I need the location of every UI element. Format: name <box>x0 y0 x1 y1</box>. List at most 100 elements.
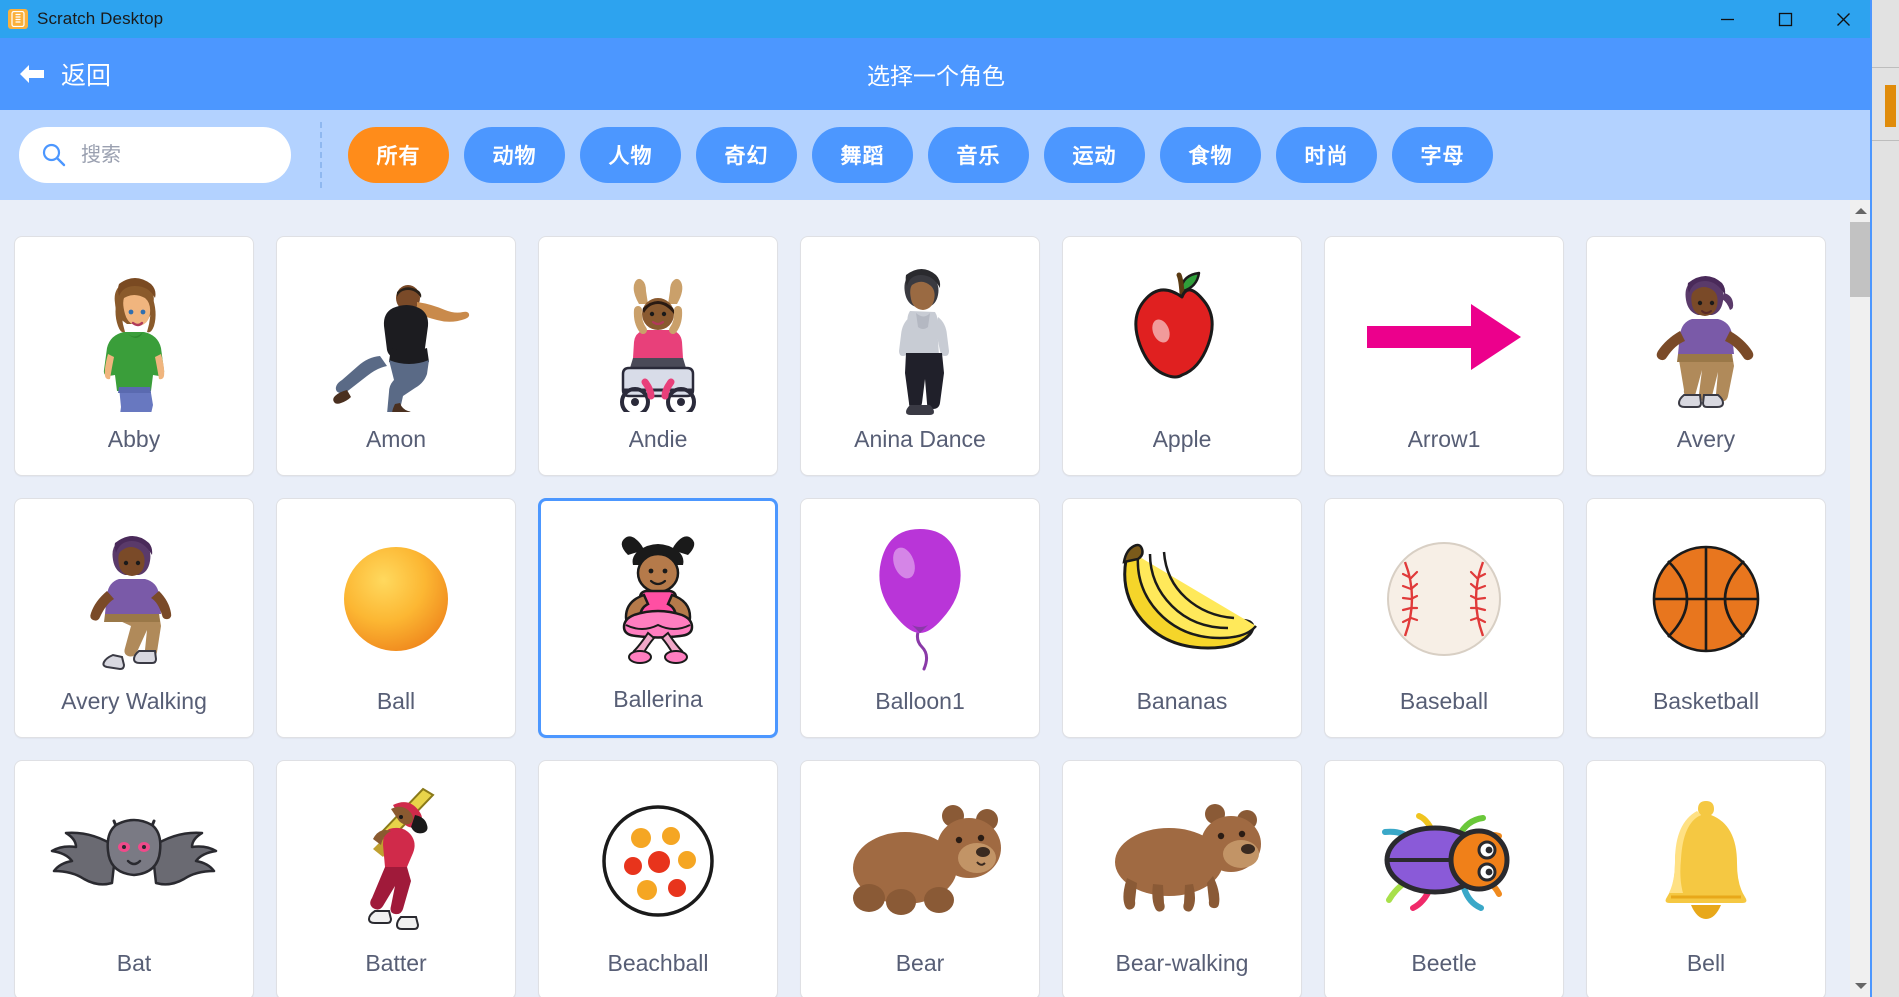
back-button-label: 返回 <box>61 62 112 90</box>
sprite-card[interactable]: Ball <box>276 498 516 738</box>
sprite-thumbnail-apple <box>1063 237 1301 426</box>
scratch-logo-icon <box>8 9 28 29</box>
sprite-name-label: Bat <box>116 950 152 976</box>
background-window-orange-strip <box>1885 85 1896 127</box>
sprite-thumbnail-bat <box>15 761 253 950</box>
sprite-card[interactable]: Ballerina <box>538 498 778 738</box>
search-box[interactable] <box>19 127 291 183</box>
scrollbar-track[interactable] <box>1850 222 1872 975</box>
sprite-thumbnail-bananas <box>1063 499 1301 688</box>
sprite-card[interactable]: Bananas <box>1062 498 1302 738</box>
sprite-name-label: Bananas <box>1136 688 1228 714</box>
sprite-name-label: Balloon1 <box>875 688 965 714</box>
filter-tag-4[interactable]: 舞蹈 <box>812 127 913 183</box>
sprite-thumbnail-bell <box>1587 761 1825 950</box>
page-title: 选择一个角色 <box>867 63 1005 89</box>
vertical-scrollbar[interactable] <box>1850 200 1872 997</box>
sprite-name-label: Beachball <box>607 950 709 976</box>
title-bar: Scratch Desktop <box>0 0 1872 38</box>
scroll-down-arrow-icon <box>1855 983 1867 989</box>
sprite-thumbnail-averywalk <box>15 499 253 688</box>
sprite-card[interactable]: Basketball <box>1586 498 1826 738</box>
library-header: 返回 选择一个角色 <box>0 38 1872 110</box>
search-input[interactable] <box>81 143 261 167</box>
sprite-card[interactable]: Bear-walking <box>1062 760 1302 997</box>
close-icon <box>1836 12 1850 26</box>
scratch-desktop-window: Scratch Desktop 返回 选择一个角色 搜索 所有 动物 人物 奇幻… <box>0 0 1872 997</box>
sprite-card[interactable]: Bell <box>1586 760 1826 997</box>
sprite-name-label: Apple <box>1152 426 1212 452</box>
minimize-button[interactable] <box>1698 0 1756 38</box>
sprite-card[interactable]: Balloon1 <box>800 498 1040 738</box>
scrollbar-thumb[interactable] <box>1850 222 1872 297</box>
app-title: Scratch Desktop <box>37 9 164 28</box>
sprite-thumbnail-beetle <box>1325 761 1563 950</box>
sprite-card[interactable]: Abby <box>14 236 254 476</box>
sprite-name-label: Avery <box>1676 426 1736 452</box>
sprite-thumbnail-ballerina <box>541 501 775 686</box>
maximize-icon <box>1778 12 1792 26</box>
arrow-left-icon <box>20 65 44 83</box>
sprite-grid: Abby Amon Andie Anina Dance Apple Arrow1… <box>0 200 1850 997</box>
scroll-down-button[interactable] <box>1850 975 1872 997</box>
sprite-card[interactable]: Arrow1 <box>1324 236 1564 476</box>
sprite-name-label: Beetle <box>1411 950 1477 976</box>
sprite-name-label: Basketball <box>1652 688 1760 714</box>
maximize-button[interactable] <box>1756 0 1814 38</box>
filter-tag-5[interactable]: 音乐 <box>928 127 1029 183</box>
filter-tag-2[interactable]: 人物 <box>580 127 681 183</box>
scroll-up-button[interactable] <box>1850 200 1872 222</box>
sprite-name-label: Bear <box>895 950 945 976</box>
sprite-thumbnail-ball <box>277 499 515 688</box>
sprite-card[interactable]: Beetle <box>1324 760 1564 997</box>
sprite-card[interactable]: Anina Dance <box>800 236 1040 476</box>
filter-tag-0[interactable]: 所有 <box>348 127 449 183</box>
scroll-up-arrow-icon <box>1855 208 1867 214</box>
filter-tag-8[interactable]: 时尚 <box>1276 127 1377 183</box>
sprite-name-label: Ballerina <box>613 686 703 712</box>
sprite-thumbnail-amon <box>277 237 515 426</box>
sprite-name-label: Bear-walking <box>1115 950 1249 976</box>
back-button[interactable]: 返回 <box>17 56 111 92</box>
sprite-card[interactable]: Batter <box>276 760 516 997</box>
sprite-thumbnail-basketball <box>1587 499 1825 688</box>
sprite-name-label: Ball <box>376 688 416 714</box>
sprite-name-label: Abby <box>107 426 161 452</box>
sprite-card[interactable]: Andie <box>538 236 778 476</box>
sprite-card[interactable]: Bear <box>800 760 1040 997</box>
filter-tag-9[interactable]: 字母 <box>1392 127 1493 183</box>
filter-divider <box>320 122 322 188</box>
sprite-thumbnail-bear <box>801 761 1039 950</box>
sprite-card[interactable]: Beachball <box>538 760 778 997</box>
sprite-thumbnail-avery <box>1587 237 1825 426</box>
search-icon <box>42 143 66 167</box>
sprite-name-label: Bell <box>1686 950 1726 976</box>
window-right-edge <box>1870 0 1872 997</box>
sprite-thumbnail-bearwalking <box>1063 761 1301 950</box>
filter-tag-3[interactable]: 奇幻 <box>696 127 797 183</box>
sprite-name-label: Batter <box>365 950 427 976</box>
filter-tag-1[interactable]: 动物 <box>464 127 565 183</box>
sprite-card[interactable]: Avery Walking <box>14 498 254 738</box>
sprite-name-label: Avery Walking <box>61 688 207 714</box>
sprite-card[interactable]: Avery <box>1586 236 1826 476</box>
sprite-thumbnail-beachball <box>539 761 777 950</box>
sprite-card[interactable]: Amon <box>276 236 516 476</box>
filter-tag-6[interactable]: 运动 <box>1044 127 1145 183</box>
sprite-thumbnail-arrow1 <box>1325 237 1563 426</box>
sprite-name-label: Baseball <box>1399 688 1489 714</box>
sprite-thumbnail-balloon1 <box>801 499 1039 688</box>
tag-list: 所有 动物 人物 奇幻 舞蹈 音乐 运动 食物 时尚 字母 <box>348 127 1493 183</box>
sprite-thumbnail-abby <box>15 237 253 426</box>
filter-tag-7[interactable]: 食物 <box>1160 127 1261 183</box>
minimize-icon <box>1720 18 1734 20</box>
close-button[interactable] <box>1814 0 1872 38</box>
sprite-card[interactable]: Bat <box>14 760 254 997</box>
sprite-card[interactable]: Baseball <box>1324 498 1564 738</box>
sprite-name-label: Arrow1 <box>1407 426 1481 452</box>
sprite-thumbnail-baseball <box>1325 499 1563 688</box>
filter-bar: 所有动物人物奇幻舞蹈音乐运动食物时尚字母 <box>0 110 1872 200</box>
sprite-thumbnail-anina <box>801 237 1039 426</box>
sprite-name-label: Amon <box>365 426 427 452</box>
sprite-card[interactable]: Apple <box>1062 236 1302 476</box>
